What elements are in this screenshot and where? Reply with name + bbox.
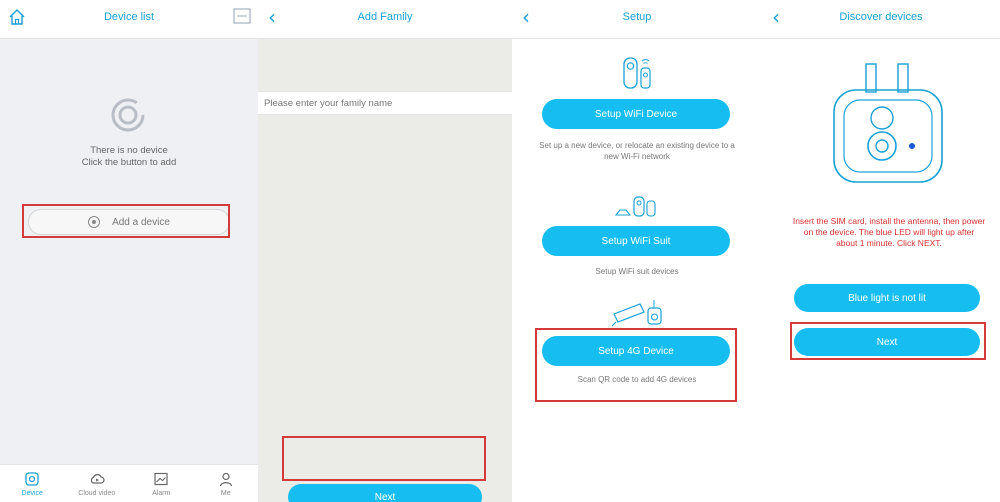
tab-cloud-video[interactable]: Cloud video	[65, 465, 130, 502]
family-name-input[interactable]	[258, 92, 512, 114]
device-icon	[25, 472, 39, 486]
wifi-device-icon	[623, 57, 651, 89]
4g-camera-icon	[611, 300, 662, 327]
header: ‹ Discover devices	[762, 0, 1000, 39]
setup-wifi-device-button[interactable]: Setup WiFi Device	[542, 99, 730, 129]
tab-alarm[interactable]: Alarm	[129, 465, 194, 502]
family-name-field	[258, 91, 512, 115]
page-title: Setup	[622, 11, 652, 23]
wifi-suit-icon	[614, 196, 656, 217]
device-list-screen: Device list There is no device Click the…	[0, 0, 259, 502]
highlight-box-next	[282, 436, 486, 481]
bottom-tab-bar: Device Cloud video Alarm Me	[0, 464, 258, 502]
tab-cloud-video-label: Cloud video	[78, 490, 116, 497]
setup-screen: ‹ Setup Setup WiFi Device Set up a new d…	[512, 0, 763, 502]
empty-line-1: There is no device	[90, 145, 168, 156]
4g-camera-illustration	[833, 63, 943, 183]
scan-icon[interactable]	[233, 8, 251, 24]
alarm-icon	[154, 472, 168, 486]
highlight-box-4g-device	[535, 328, 737, 402]
discover-devices-screen: ‹ Discover devices Insert the SIM card, …	[762, 0, 1000, 502]
add-family-content: Next	[258, 39, 512, 502]
tab-device[interactable]: Device	[0, 465, 65, 502]
wifi-suit-description: Setup WiFi suit devices	[595, 267, 679, 276]
cloud-video-icon	[90, 474, 105, 484]
tab-device-label: Device	[21, 490, 43, 497]
device-list-content: There is no device Click the button to a…	[0, 39, 258, 465]
header: ‹ Setup	[512, 0, 762, 39]
page-title: Discover devices	[839, 11, 923, 23]
blue-light-not-lit-button[interactable]: Blue light is not lit	[794, 284, 980, 312]
tab-me-label: Me	[220, 490, 231, 497]
page-title: Add Family	[357, 11, 413, 23]
wifi-device-description: Set up a new device, or relocate an exis…	[539, 141, 735, 161]
header: ‹ Add Family	[258, 0, 512, 39]
next-button[interactable]: Next	[288, 484, 482, 502]
empty-line-2: Click the button to add	[81, 157, 177, 168]
highlight-box-add-device	[22, 204, 230, 238]
add-family-screen: ‹ Add Family Next	[258, 0, 513, 502]
highlight-box-next	[790, 322, 986, 360]
page-title: Device list	[103, 11, 155, 23]
tab-me[interactable]: Me	[194, 465, 259, 502]
setup-wifi-suit-button[interactable]: Setup WiFi Suit	[542, 226, 730, 256]
empty-device-icon	[111, 98, 145, 132]
header: Device list	[0, 0, 258, 39]
me-icon	[219, 472, 232, 487]
tab-alarm-label: Alarm	[152, 490, 171, 497]
setup-instruction: Insert the SIM card, install the antenna…	[792, 216, 986, 248]
empty-message: There is no device Click the button to a…	[0, 145, 258, 169]
